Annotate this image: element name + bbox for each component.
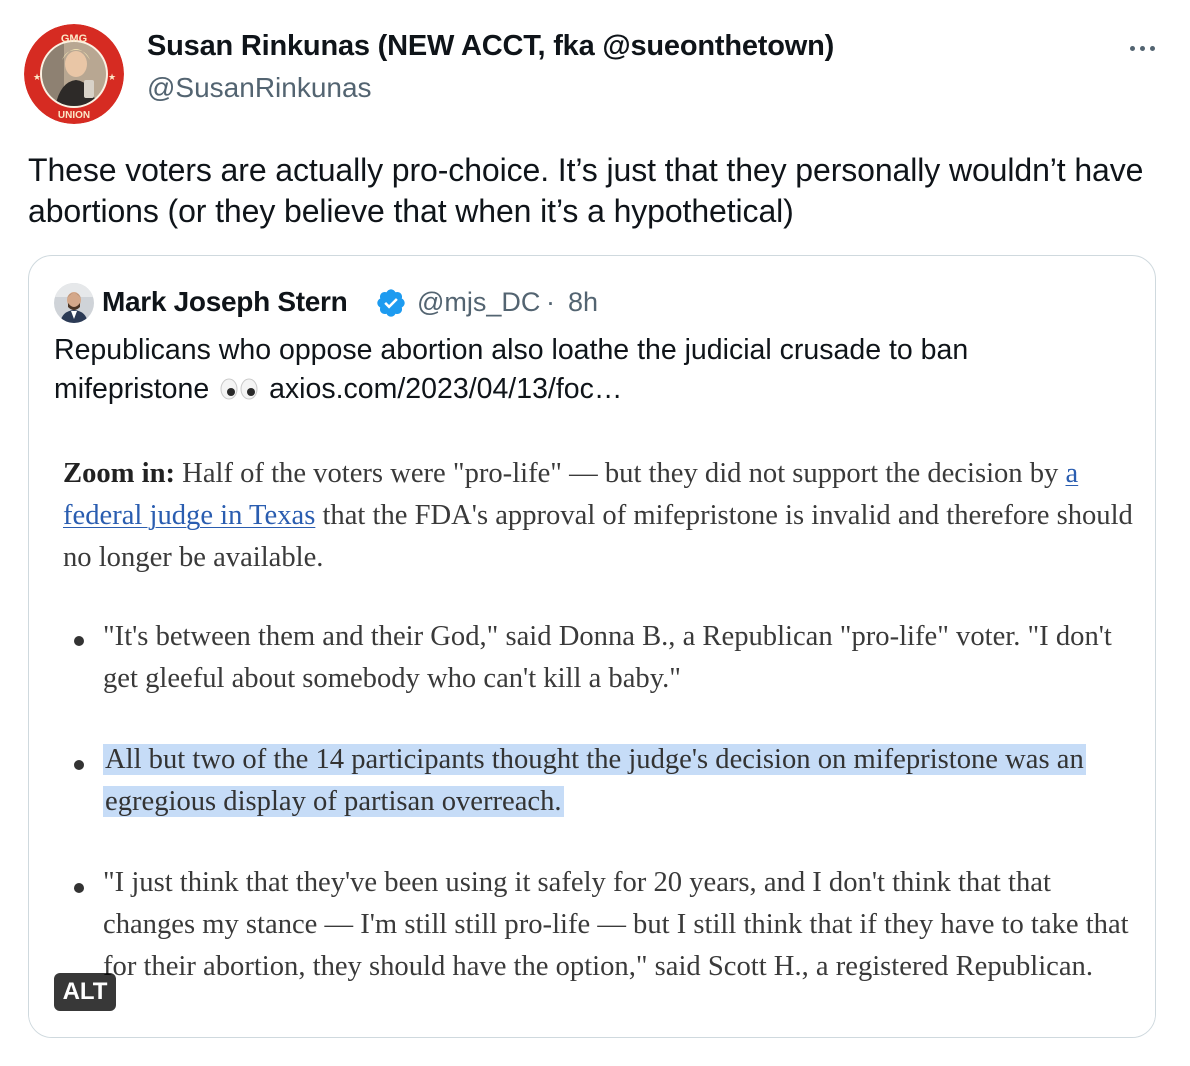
more-dot [1139, 45, 1145, 51]
more-horizontal-icon [1129, 45, 1135, 51]
more-dot [1149, 45, 1155, 51]
quote-text: Republicans who oppose abortion also loa… [54, 331, 1114, 409]
zoom-in-label: Zoom in: [63, 458, 176, 489]
author-name[interactable]: Susan Rinkunas (NEW ACCT, fka @sueonthet… [147, 30, 834, 63]
quote-tweet-card[interactable]: Mark Joseph Stern @mjs_DC · 8h Republica… [28, 255, 1156, 1038]
quote-link[interactable]: axios.com/2023/04/13/foc… [269, 373, 622, 405]
article-screenshot-image[interactable]: Zoom in: Half of the voters were "pro-li… [29, 431, 1155, 1037]
quote-author-handle[interactable]: @mjs_DC [417, 287, 540, 318]
verified-badge-icon [377, 289, 405, 317]
highlighted-text: All but two of the 14 participants thoug… [103, 744, 1086, 817]
more-options-button[interactable] [1122, 34, 1162, 62]
bullet-dot-icon [74, 883, 84, 893]
tweet: GMG UNION ★ ★ Susan Rinkunas (NEW ACCT, … [0, 0, 1190, 1066]
avatar-badge-top: GMG [61, 33, 87, 45]
alt-text-badge[interactable]: ALT [54, 973, 116, 1011]
paragraph-part-1: Half of the voters were "pro-life" — but… [175, 458, 1066, 489]
author-avatar[interactable]: GMG UNION ★ ★ [24, 24, 124, 124]
article-paragraph: Zoom in: Half of the voters were "pro-li… [63, 453, 1143, 579]
meta-separator: · [546, 287, 555, 317]
svg-text:★: ★ [108, 73, 116, 83]
avatar-badge-bottom: UNION [58, 110, 90, 121]
bullet-dot-icon [74, 760, 84, 770]
tweet-text: These voters are actually pro-choice. It… [28, 152, 1144, 229]
quote-timestamp[interactable]: 8h [568, 287, 598, 318]
bullet-item-1: "It's between them and their God," said … [103, 621, 1112, 694]
svg-text:★: ★ [33, 73, 41, 83]
bullet-item-3: "I just think that they've been using it… [103, 867, 1129, 982]
author-handle[interactable]: @SusanRinkunas [147, 72, 372, 104]
eyes-emoji-icon [220, 378, 258, 400]
quote-author-avatar[interactable] [54, 283, 94, 323]
quote-author-name[interactable]: Mark Joseph Stern [102, 286, 348, 318]
bullet-dot-icon [74, 636, 84, 646]
bullet-item-2: All but two of the 14 participants thoug… [103, 739, 1138, 823]
